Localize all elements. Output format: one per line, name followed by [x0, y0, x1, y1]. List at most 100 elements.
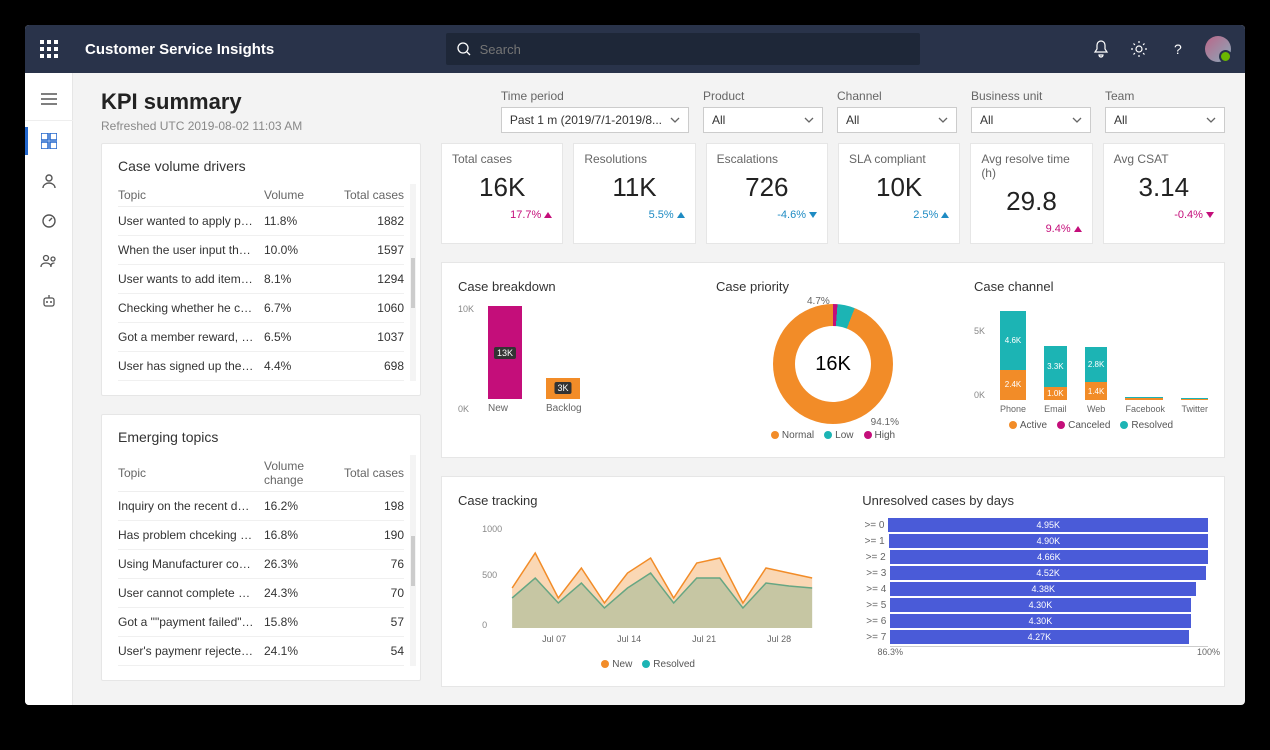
bar-row: >= 44.38K [862, 582, 1208, 596]
table-row[interactable]: User wants to add items t...8.1%1294 [118, 265, 404, 294]
refreshed-timestamp: Refreshed UTC 2019-08-02 11:03 AM [101, 119, 302, 133]
charts-row-2: Case tracking 10005000Jul 07Jul 14Jul 21… [441, 476, 1225, 687]
filter-select[interactable]: All [971, 107, 1091, 133]
annotation: 4.7% [807, 296, 830, 307]
svg-text:Jul 21: Jul 21 [692, 634, 716, 644]
filter-team: TeamAll [1105, 89, 1225, 133]
legend-item: Low [824, 430, 853, 441]
page-title: KPI summary [101, 89, 302, 115]
filter-select[interactable]: All [1105, 107, 1225, 133]
donut-center: 16K [795, 326, 871, 402]
chart-title: Case channel [974, 279, 1208, 294]
chart-title: Unresolved cases by days [862, 493, 1208, 508]
filter-business-unit: Business unitAll [971, 89, 1091, 133]
filter-bar: Time periodPast 1 m (2019/7/1-2019/8...P… [501, 89, 1225, 133]
chart-title: Case breakdown [458, 279, 692, 294]
help-icon[interactable]: ? [1167, 39, 1187, 59]
case-tracking-chart[interactable]: Case tracking 10005000Jul 07Jul 14Jul 21… [458, 493, 838, 670]
table-row[interactable]: Using Manufacturer coup...26.3%76 [118, 550, 404, 579]
table-row[interactable]: User has signed up the ne...4.4%698 [118, 352, 404, 381]
case-channel-chart[interactable]: Case channel 5K 0K 2.4K4.6KPhone1.0K3.3K… [974, 279, 1208, 441]
table-row[interactable]: Inquiry on the recent deal...16.2%198 [118, 492, 404, 521]
kpi-card[interactable]: Total cases16K17.7% [441, 143, 563, 244]
nav-gauge-icon[interactable] [25, 201, 73, 241]
table-row[interactable]: Got a member reward, an...6.5%1037 [118, 323, 404, 352]
svg-text:1000: 1000 [482, 524, 502, 534]
kpi-card[interactable]: Escalations726-4.6% [706, 143, 828, 244]
filter-channel: ChannelAll [837, 89, 957, 133]
nav-person-icon[interactable] [25, 161, 73, 201]
app-launcher-icon[interactable] [25, 25, 73, 73]
case-priority-chart[interactable]: Case priority 16K 4.7% 94.1% Normal Low … [716, 279, 950, 441]
kpi-card[interactable]: Avg resolve time (h)29.89.4% [970, 143, 1092, 244]
table-row[interactable]: Has problem chceking exp...16.8%190 [118, 521, 404, 550]
table-row[interactable]: Checking whether he can r...6.7%1060 [118, 294, 404, 323]
search-input[interactable] [446, 33, 920, 65]
legend-item: High [864, 430, 896, 441]
x-axis: 100% 86.3% [890, 646, 1208, 656]
nav-people-icon[interactable] [25, 241, 73, 281]
nav-rail [25, 73, 73, 705]
table-row[interactable]: When the user input the c...10.0%1597 [118, 236, 404, 265]
filter-select[interactable]: All [837, 107, 957, 133]
chart-title: Case tracking [458, 493, 838, 508]
topbar: Customer Service Insights ? [25, 25, 1245, 73]
bar-row: >= 64.30K [862, 614, 1208, 628]
table-row[interactable]: User's paymenr rejected d...24.1%54 [118, 637, 404, 666]
nav-bot-icon[interactable] [25, 281, 73, 321]
kpi-row: Total cases16K17.7%Resolutions11K5.5%Esc… [441, 143, 1225, 244]
legend-item: Normal [771, 430, 814, 441]
hamburger-icon[interactable] [25, 77, 73, 121]
legend-item: Resolved [1120, 420, 1173, 431]
nav-dashboard-icon[interactable] [25, 121, 73, 161]
unresolved-cases-chart[interactable]: Unresolved cases by days >= 04.95K >= 14.… [862, 493, 1208, 670]
table-row[interactable]: User cannot complete a p...24.3%70 [118, 579, 404, 608]
chart-title: Case priority [716, 279, 950, 294]
col-total-cases[interactable]: Total cases [334, 466, 404, 480]
svg-text:Jul 28: Jul 28 [767, 634, 791, 644]
y-axis-label: 0K [974, 390, 985, 400]
col-topic[interactable]: Topic [118, 188, 264, 202]
case-breakdown-chart[interactable]: Case breakdown 10K 0K 13KNew3KBacklog [458, 279, 692, 441]
bar-row: >= 54.30K [862, 598, 1208, 612]
app-title: Customer Service Insights [85, 41, 274, 58]
col-volume[interactable]: Volume [264, 188, 334, 202]
main-content: KPI summary Refreshed UTC 2019-08-02 11:… [73, 73, 1245, 705]
kpi-card[interactable]: Resolutions11K5.5% [573, 143, 695, 244]
axis-label: 100% [1197, 647, 1220, 657]
case-volume-drivers-card: Case volume drivers Topic Volume Total c… [101, 143, 421, 396]
y-axis-label: 10K [458, 304, 474, 314]
legend-item: Active [1009, 420, 1047, 431]
avatar[interactable] [1205, 36, 1231, 62]
card-title: Emerging topics [118, 429, 404, 445]
filter-product: ProductAll [703, 89, 823, 133]
bar-row: >= 04.95K [862, 518, 1208, 532]
filter-select[interactable]: Past 1 m (2019/7/1-2019/8... [501, 107, 689, 133]
bar-row: >= 34.52K [862, 566, 1208, 580]
table-header: Topic Volume change Total cases [118, 455, 404, 492]
filter-select[interactable]: All [703, 107, 823, 133]
charts-row-1: Case breakdown 10K 0K 13KNew3KBacklog Ca… [441, 262, 1225, 458]
legend-item: New [601, 659, 632, 670]
svg-text:500: 500 [482, 570, 497, 580]
col-topic[interactable]: Topic [118, 466, 264, 480]
col-volume-change[interactable]: Volume change [264, 459, 334, 487]
notifications-icon[interactable] [1091, 39, 1111, 59]
legend-item: Canceled [1057, 420, 1110, 431]
app-window: Customer Service Insights ? KPI summary [25, 25, 1245, 705]
kpi-card[interactable]: SLA compliant10K2.5% [838, 143, 960, 244]
table-header: Topic Volume Total cases [118, 184, 404, 207]
annotation: 94.1% [871, 417, 899, 428]
table-row[interactable]: Got a ""payment failed"" ...15.8%57 [118, 608, 404, 637]
kpi-card[interactable]: Avg CSAT3.14-0.4% [1103, 143, 1225, 244]
bar-row: >= 74.27K [862, 630, 1208, 644]
gear-icon[interactable] [1129, 39, 1149, 59]
filter-time-period: Time periodPast 1 m (2019/7/1-2019/8... [501, 89, 689, 133]
legend-item: Resolved [642, 659, 695, 670]
svg-text:?: ? [1174, 41, 1182, 57]
svg-text:0: 0 [482, 620, 487, 630]
y-axis-label: 0K [458, 404, 469, 414]
col-total-cases[interactable]: Total cases [334, 188, 404, 202]
table-row[interactable]: User wanted to apply pro...11.8%1882 [118, 207, 404, 236]
bar-row: >= 14.90K [862, 534, 1208, 548]
